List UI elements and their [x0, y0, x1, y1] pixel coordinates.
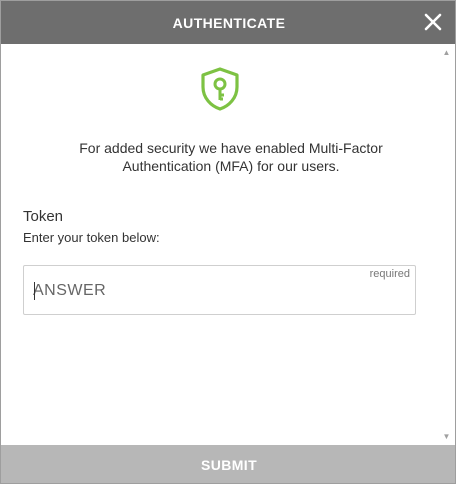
mfa-intro-text: For added security we have enabled Multi… — [31, 139, 431, 175]
scroll-up-arrow-icon[interactable]: ▲ — [442, 48, 451, 57]
close-icon[interactable] — [421, 10, 445, 34]
submit-button[interactable]: SUBMIT — [1, 445, 455, 483]
intro-line-1: For added security we have enabled Multi… — [79, 140, 383, 156]
dialog-header: AUTHENTICATE — [1, 1, 455, 44]
dialog-title: AUTHENTICATE — [172, 15, 286, 31]
required-label: required — [369, 268, 410, 280]
text-caret — [34, 282, 35, 300]
token-input[interactable] — [33, 280, 393, 302]
scrollbar[interactable]: ▲ ▼ — [438, 44, 455, 445]
token-input-container[interactable]: required — [23, 265, 416, 315]
submit-label: SUBMIT — [200, 457, 258, 473]
dialog-body: For added security we have enabled Multi… — [1, 44, 437, 445]
authenticate-dialog: AUTHENTICATE For added security we have … — [0, 0, 456, 484]
scroll-down-arrow-icon[interactable]: ▼ — [442, 432, 451, 441]
intro-line-2: Authentication (MFA) for our users. — [122, 158, 340, 174]
token-field-title: Token — [23, 208, 64, 225]
token-field-hint: Enter your token below: — [23, 230, 160, 245]
close-button[interactable] — [421, 10, 445, 34]
shield-key-icon — [201, 67, 239, 111]
